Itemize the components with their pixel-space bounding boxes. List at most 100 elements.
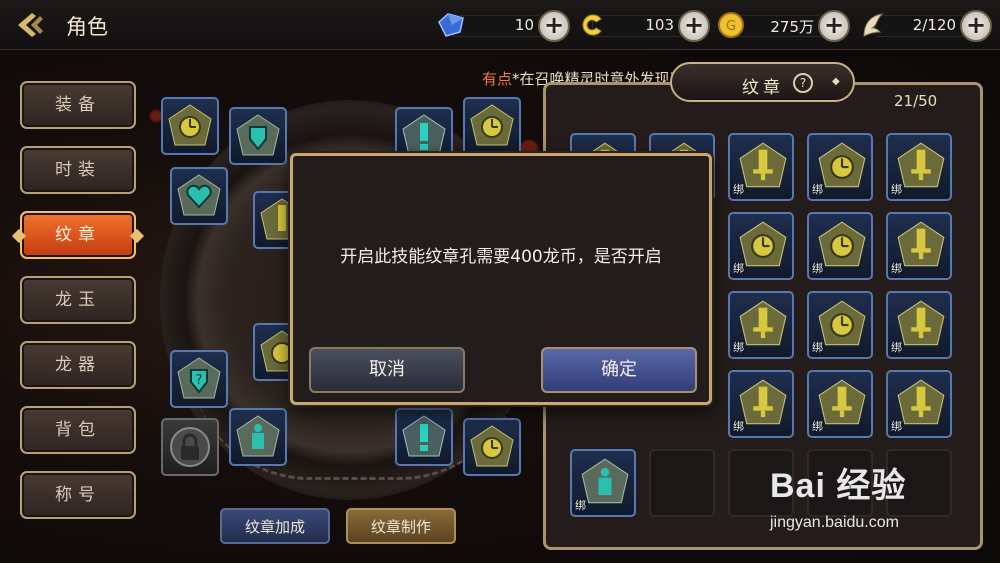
add-dragon-coin-button[interactable]: + — [678, 10, 710, 42]
clock-emblem-icon — [818, 142, 866, 188]
sword-emblem-icon — [818, 379, 866, 425]
resource-gold: G 275万 + — [716, 9, 852, 42]
equipped-emblem-slot[interactable] — [463, 418, 521, 476]
wing-icon — [863, 13, 884, 37]
shield-emblem-icon — [236, 114, 280, 156]
bound-tag: 绑 — [812, 420, 823, 433]
sword-emblem-icon — [739, 379, 787, 425]
clock-emblem-icon — [470, 104, 514, 146]
inventory-emblem-slot[interactable]: 绑 — [886, 133, 952, 201]
sword-emblem-icon — [897, 221, 945, 267]
inventory-emblem-slot[interactable]: 绑 — [728, 370, 794, 438]
exclamation-emblem-icon — [402, 415, 446, 457]
resource-wings: 2/120 + — [858, 9, 994, 42]
clock-emblem-icon — [818, 300, 866, 346]
question-emblem-icon: ? — [177, 357, 221, 399]
confirm-button[interactable]: 确定 — [541, 347, 697, 393]
figure-emblem-icon — [581, 458, 629, 504]
clock-emblem-icon — [739, 221, 787, 267]
gold-count: 275万 — [770, 18, 814, 36]
sword-emblem-icon — [739, 142, 787, 188]
bound-tag: 绑 — [733, 183, 744, 196]
menu-bag[interactable]: 背包 — [20, 406, 136, 454]
equipped-emblem-slot[interactable] — [161, 97, 219, 155]
dropdown-label: 纹章 — [742, 78, 784, 98]
bound-tag: 绑 — [733, 420, 744, 433]
emblem-bonus-button[interactable]: 纹章加成 — [220, 508, 330, 544]
diamond-count: 10 — [514, 16, 534, 34]
baidu-watermark: Bai 经验 jingyan.baidu.com — [770, 458, 907, 531]
bound-tag: 绑 — [812, 262, 823, 275]
menu-fashion[interactable]: 时装 — [20, 146, 136, 194]
resource-diamond: 10 + — [436, 9, 572, 42]
inventory-emblem-slot[interactable]: 绑 — [886, 212, 952, 280]
empty-inventory-slot[interactable] — [649, 449, 715, 517]
equipped-emblem-slot[interactable] — [170, 167, 228, 225]
emblem-craft-button[interactable]: 纹章制作 — [346, 508, 456, 544]
svg-text:?: ? — [196, 373, 203, 388]
bound-tag: 绑 — [733, 262, 744, 275]
emblem-filter-dropdown[interactable]: 纹章 ? ◆ — [670, 62, 855, 102]
inventory-emblem-slot[interactable]: 绑 — [570, 449, 636, 517]
menu-title[interactable]: 称号 — [20, 471, 136, 519]
inventory-emblem-slot[interactable]: 绑 — [728, 133, 794, 201]
menu-equipment[interactable]: 装备 — [20, 81, 136, 129]
back-arrow-icon[interactable] — [14, 10, 48, 40]
lock-icon — [170, 427, 210, 467]
watermark-brand: Bai 经验 — [770, 467, 907, 505]
add-diamond-button[interactable]: + — [538, 10, 570, 42]
resource-dragon-coin: 103 + — [576, 9, 712, 42]
bound-tag: 绑 — [812, 341, 823, 354]
clock-emblem-icon — [818, 221, 866, 267]
inventory-emblem-slot[interactable]: 绑 — [886, 370, 952, 438]
hint-highlight: 有点 — [482, 70, 513, 88]
equipped-emblem-slot[interactable] — [229, 107, 287, 165]
bound-tag: 绑 — [891, 183, 902, 196]
equipped-emblem-slot[interactable] — [229, 408, 287, 466]
gold-coin-icon: G — [718, 12, 744, 38]
dragon-coin-icon — [582, 14, 602, 36]
confirm-dialog: 开启此技能纹章孔需要400龙币，是否开启 取消 确定 — [290, 153, 712, 405]
inventory-emblem-slot[interactable]: 绑 — [728, 291, 794, 359]
sword-emblem-icon — [739, 300, 787, 346]
svg-text:G: G — [726, 19, 736, 34]
bound-tag: 绑 — [575, 499, 586, 512]
menu-dragon-jade[interactable]: 龙玉 — [20, 276, 136, 324]
dragon-coin-count: 103 — [645, 16, 674, 34]
heart-emblem-icon — [177, 174, 221, 216]
equipped-emblem-slot[interactable] — [395, 408, 453, 466]
clock-emblem-icon — [168, 104, 212, 146]
bound-tag: 绑 — [891, 420, 902, 433]
gem-icon — [438, 13, 464, 37]
sword-emblem-icon — [897, 142, 945, 188]
wings-count: 2/120 — [912, 16, 956, 34]
inventory-emblem-slot[interactable]: 绑 — [728, 212, 794, 280]
sword-emblem-icon — [897, 300, 945, 346]
page-title: 角色 — [66, 15, 108, 39]
chevron-icon: ◆ — [832, 76, 840, 87]
inventory-emblem-slot[interactable]: 绑 — [807, 370, 873, 438]
locked-emblem-slot[interactable] — [161, 418, 219, 476]
dialog-message: 开启此技能纹章孔需要400龙币，是否开启 — [340, 247, 662, 267]
sword-emblem-icon — [897, 379, 945, 425]
add-wings-button[interactable]: + — [960, 10, 992, 42]
equipped-emblem-slot[interactable] — [463, 97, 521, 155]
inventory-emblem-slot[interactable]: 绑 — [886, 291, 952, 359]
bound-tag: 绑 — [733, 341, 744, 354]
equipped-emblem-slot[interactable]: ? — [170, 350, 228, 408]
figure-emblem-icon — [236, 415, 280, 457]
add-gold-button[interactable]: + — [818, 10, 850, 42]
help-icon[interactable]: ? — [793, 73, 813, 93]
inventory-emblem-slot[interactable]: 绑 — [807, 133, 873, 201]
inventory-emblem-slot[interactable]: 绑 — [807, 212, 873, 280]
bound-tag: 绑 — [891, 341, 902, 354]
top-bar: 角色 10 + 103 + G 275万 + 2/120 + — [0, 0, 1000, 50]
menu-dragon-artifact[interactable]: 龙器 — [20, 341, 136, 389]
menu-emblem[interactable]: 纹章 — [20, 211, 136, 259]
inventory-emblem-slot[interactable]: 绑 — [807, 291, 873, 359]
inventory-count: 21/50 — [894, 92, 938, 110]
clock-emblem-icon — [470, 425, 514, 467]
bound-tag: 绑 — [812, 183, 823, 196]
watermark-url: jingyan.baidu.com — [770, 514, 899, 531]
cancel-button[interactable]: 取消 — [309, 347, 465, 393]
